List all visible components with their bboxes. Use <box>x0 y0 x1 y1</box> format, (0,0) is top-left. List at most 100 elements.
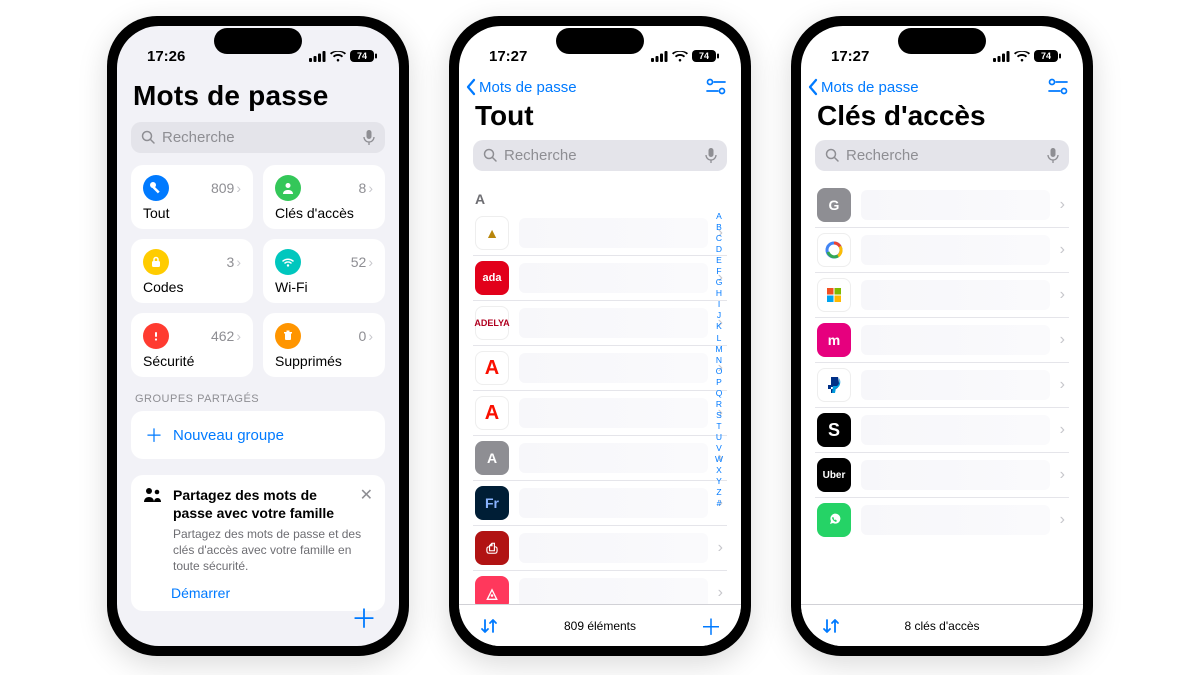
tile-passkeys[interactable]: 8› Clés d'accès <box>263 165 385 229</box>
passkey-row[interactable]: S› <box>815 408 1069 453</box>
redacted-title <box>861 280 1050 310</box>
password-row[interactable]: ▲› <box>473 211 727 256</box>
dynamic-island <box>556 28 644 54</box>
wifi-icon <box>1014 51 1030 62</box>
password-row[interactable]: A› <box>473 436 727 481</box>
tile-security-count: 462 <box>211 328 234 344</box>
redacted-title <box>519 263 708 293</box>
mic-icon[interactable] <box>705 148 717 164</box>
redacted-title <box>519 443 708 473</box>
passkey-row[interactable]: Uber› <box>815 453 1069 498</box>
cellular-signal-icon <box>309 51 326 62</box>
tile-wifi[interactable]: 52› Wi-Fi <box>263 239 385 303</box>
password-row[interactable]: ⎙› <box>473 526 727 571</box>
chevron-right-icon: › <box>1060 331 1067 349</box>
app-icon: Uber <box>817 458 851 492</box>
chevron-right-icon: › <box>236 328 241 344</box>
filter-button[interactable] <box>705 78 727 96</box>
tile-codes[interactable]: 3› Codes <box>131 239 253 303</box>
plus-icon: ＋ <box>145 422 163 448</box>
trash-icon <box>275 323 301 349</box>
chevron-right-icon: › <box>1060 376 1067 394</box>
back-label: Mots de passe <box>479 79 577 96</box>
promo-start-button[interactable]: Démarrer <box>171 585 373 601</box>
tile-deleted-count: 0 <box>359 328 367 344</box>
password-row[interactable]: ada› <box>473 256 727 301</box>
alphabet-index[interactable]: ABCDEFGHIJKLMNOPQRSTUVWXYZ# <box>711 211 727 604</box>
tile-wifi-label: Wi-Fi <box>275 279 373 295</box>
dynamic-island <box>898 28 986 54</box>
back-button[interactable]: Mots de passe <box>465 78 577 96</box>
mic-icon[interactable] <box>363 130 375 146</box>
passkey-row[interactable]: › <box>815 498 1069 542</box>
chevron-left-icon <box>465 78 477 96</box>
sort-button[interactable] <box>477 617 501 635</box>
chevron-right-icon: › <box>236 254 241 270</box>
tile-codes-count: 3 <box>227 254 235 270</box>
search-placeholder: Recherche <box>504 147 699 164</box>
app-icon: ⎙ <box>475 531 509 565</box>
password-row[interactable]: ADELYA› <box>473 301 727 346</box>
password-row[interactable]: A› <box>473 391 727 436</box>
page-title: Clés d'accès <box>817 100 1069 132</box>
app-icon: ADELYA <box>475 306 509 340</box>
tile-wifi-count: 52 <box>351 254 367 270</box>
passkey-row[interactable]: G› <box>815 183 1069 228</box>
add-button[interactable]: ＋ <box>351 606 377 632</box>
search-field[interactable]: Recherche <box>131 122 385 153</box>
search-field[interactable]: Recherche <box>473 140 727 171</box>
add-button[interactable]: ＋ <box>699 610 723 642</box>
phone-passkeys: 17:27 74 Mots de passe Clés d'accès Rech… <box>791 16 1093 656</box>
new-group-button[interactable]: ＋ Nouveau groupe <box>131 411 385 459</box>
passkey-row[interactable]: m› <box>815 318 1069 363</box>
phone-home: 17:26 74 Mots de passe Recherche <box>107 16 409 656</box>
search-field[interactable]: Recherche <box>815 140 1069 171</box>
tile-deleted[interactable]: 0› Supprimés <box>263 313 385 377</box>
key-icon <box>143 175 169 201</box>
people-icon <box>143 487 163 508</box>
redacted-title <box>519 533 708 563</box>
cellular-signal-icon <box>993 51 1010 62</box>
redacted-title <box>861 460 1050 490</box>
item-count-label: 8 clés d'accès <box>843 619 1041 633</box>
svg-text:74: 74 <box>1041 51 1051 61</box>
phone-all: 17:27 74 Mots de passe Tout Recherche <box>449 16 751 656</box>
tile-all-label: Tout <box>143 205 241 221</box>
chevron-right-icon: › <box>1060 511 1067 529</box>
mic-icon[interactable] <box>1047 148 1059 164</box>
tile-security[interactable]: 462› Sécurité <box>131 313 253 377</box>
redacted-title <box>861 235 1050 265</box>
app-icon <box>817 368 851 402</box>
tile-all-count: 809 <box>211 180 234 196</box>
password-row[interactable]: A› <box>473 346 727 391</box>
passkey-row[interactable]: › <box>815 363 1069 408</box>
tile-all[interactable]: 809› Tout <box>131 165 253 229</box>
search-placeholder: Recherche <box>162 129 357 146</box>
back-button[interactable]: Mots de passe <box>807 78 919 96</box>
redacted-title <box>861 190 1050 220</box>
chevron-right-icon: › <box>236 180 241 196</box>
redacted-title <box>519 398 708 428</box>
redacted-title <box>519 488 708 518</box>
sort-button[interactable] <box>819 617 843 635</box>
redacted-title <box>519 578 708 604</box>
person-icon <box>275 175 301 201</box>
password-row[interactable]: Fr› <box>473 481 727 526</box>
cellular-signal-icon <box>651 51 668 62</box>
password-row[interactable]: ◬› <box>473 571 727 604</box>
dismiss-promo-button[interactable]: ✕ <box>360 485 373 505</box>
search-placeholder: Recherche <box>846 147 1041 164</box>
redacted-title <box>861 415 1050 445</box>
passkey-row[interactable]: › <box>815 228 1069 273</box>
chevron-right-icon: › <box>368 180 373 196</box>
filter-button[interactable] <box>1047 78 1069 96</box>
redacted-title <box>861 325 1050 355</box>
app-icon <box>817 503 851 537</box>
chevron-right-icon: › <box>1060 241 1067 259</box>
promo-title: Partagez des mots de passe avec votre fa… <box>173 487 373 522</box>
app-icon: S <box>817 413 851 447</box>
battery-icon: 74 <box>350 50 377 62</box>
passkey-row[interactable]: › <box>815 273 1069 318</box>
chevron-right-icon: › <box>1060 421 1067 439</box>
app-icon: Fr <box>475 486 509 520</box>
